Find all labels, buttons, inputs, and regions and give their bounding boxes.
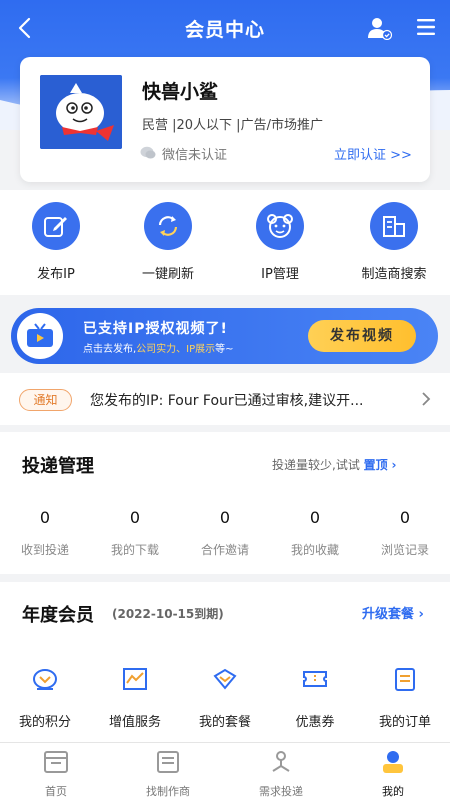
service-label: 我的订单: [378, 715, 431, 730]
service-coupon[interactable]: 优惠券: [270, 666, 360, 730]
quick-actions: 发布IP 一键刷新 IP管理 制造商搜索: [0, 190, 450, 295]
bear-icon: [267, 214, 293, 238]
tab-mine[interactable]: 我的: [348, 749, 438, 799]
tv-icon: [17, 313, 63, 359]
profile-card: 快兽小鲨 民营 |20人以下 |广告/市场推广 微信未认证 立即认证 >>: [20, 57, 430, 182]
chevron-right-icon: [422, 392, 431, 406]
stat-value: 0: [219, 508, 231, 527]
section-title: 投递管理: [22, 456, 94, 477]
stat-value: 0: [309, 508, 321, 527]
service-label: 优惠券: [295, 715, 335, 730]
stat-invitations[interactable]: 0 合作邀请: [180, 508, 270, 558]
banner-sub-suffix: 等~: [215, 344, 234, 355]
refresh-icon: [158, 216, 178, 236]
menu-icon[interactable]: [416, 18, 436, 36]
page-title: 会员中心: [184, 18, 265, 41]
delivery-management-section: 投递管理 投递量较少,试试 置顶 › 0 收到投递 0 我的下载 0 合作邀请 …: [0, 432, 450, 574]
stat-label: 收到投递: [20, 543, 69, 557]
stat-value: 0: [399, 508, 411, 527]
service-my-orders[interactable]: 我的订单: [360, 666, 450, 730]
edit-icon: [44, 217, 67, 237]
banner-title: 已支持IP授权视频了!: [83, 321, 228, 337]
publish-video-button[interactable]: 发布视频: [308, 320, 416, 352]
quick-action-label: 制造商搜索: [361, 267, 427, 282]
notice-bar[interactable]: 通知 您发布的IP: Four Four已通过审核,建议开...: [0, 373, 450, 425]
top-bar: 会员中心: [0, 0, 450, 56]
tab-label: 找制作商: [146, 785, 190, 798]
stat-history[interactable]: 0 浏览记录: [360, 508, 450, 558]
quick-action-manufacturer-search[interactable]: 制造商搜索: [344, 202, 444, 282]
quick-action-label: IP管理: [261, 267, 299, 282]
shark-mascot-image: [40, 75, 122, 149]
stat-value: 0: [129, 508, 141, 527]
banner-sub-highlight: 公司实力、IP展示: [136, 344, 216, 355]
wechat-status: 微信未认证: [162, 148, 228, 163]
service-value-added[interactable]: 增值服务: [90, 666, 180, 730]
wechat-icon: [140, 146, 156, 159]
package-icon: [213, 668, 237, 690]
banner-sub-prefix: 点击去发布,: [83, 344, 137, 355]
back-icon[interactable]: [14, 16, 38, 40]
tab-home[interactable]: 首页: [11, 749, 101, 799]
stat-downloads[interactable]: 0 我的下载: [90, 508, 180, 558]
quick-action-label: 一键刷新: [141, 267, 194, 282]
order-icon: [395, 668, 415, 691]
quick-action-publish-ip[interactable]: 发布IP: [6, 202, 106, 282]
chevron-right-icon: ›: [391, 458, 397, 472]
section-title: 年度会员: [22, 605, 94, 626]
company-name: 快兽小鲨: [142, 81, 219, 103]
stat-label: 我的下载: [110, 543, 159, 557]
chart-icon: [123, 668, 147, 690]
service-my-package[interactable]: 我的套餐: [180, 666, 270, 730]
banner-subtitle: 点击去发布,公司实力、IP展示等~: [83, 340, 234, 355]
stat-favorites[interactable]: 0 我的收藏: [270, 508, 360, 558]
home-icon: [44, 751, 68, 773]
annual-membership-section: 年度会员 (2022-10-15到期) 升级套餐 › 我的积分 增值服务 我的套…: [0, 582, 450, 742]
user-verified-icon[interactable]: [366, 16, 392, 40]
stat-received[interactable]: 0 收到投递: [0, 508, 90, 558]
service-label: 我的积分: [18, 715, 71, 730]
pin-top-hint[interactable]: 投递量较少,试试 置顶 ›: [272, 456, 396, 473]
upgrade-plan-label: 升级套餐: [362, 607, 415, 622]
tab-request-delivery[interactable]: 需求投递: [236, 749, 326, 799]
notice-text: 您发布的IP: Four Four已通过审核,建议开...: [90, 393, 364, 409]
quick-action-refresh[interactable]: 一键刷新: [118, 202, 218, 282]
tab-find-manufacturer[interactable]: 找制作商: [123, 749, 213, 799]
factory-icon: [157, 751, 179, 773]
stat-label: 浏览记录: [380, 543, 429, 557]
service-label: 增值服务: [108, 715, 161, 730]
tab-label: 需求投递: [259, 785, 303, 798]
service-points[interactable]: 我的积分: [0, 666, 90, 730]
tab-label: 我的: [382, 785, 404, 798]
company-meta: 民营 |20人以下 |广告/市场推广: [142, 118, 323, 133]
coupon-icon: [303, 671, 327, 687]
bottom-tab-bar: 首页 找制作商 需求投递 我的: [0, 742, 450, 800]
chevron-right-icon: ›: [418, 607, 424, 622]
service-label: 我的套餐: [198, 715, 251, 730]
points-icon: [33, 669, 57, 690]
building-icon: [383, 216, 405, 237]
pin-top-hint-text: 投递量较少,试试: [272, 458, 360, 472]
pin-top-link[interactable]: 置顶: [364, 458, 388, 472]
upgrade-plan-link[interactable]: 升级套餐 ›: [362, 603, 424, 622]
notice-badge: 通知: [19, 389, 72, 411]
certify-now-link[interactable]: 立即认证 >>: [334, 144, 412, 163]
stat-value: 0: [39, 508, 51, 527]
stat-label: 我的收藏: [290, 543, 339, 557]
request-icon: [272, 751, 290, 772]
profile-icon: [383, 751, 403, 773]
expire-date: (2022-10-15到期): [112, 607, 224, 621]
quick-action-label: 发布IP: [37, 267, 75, 282]
tab-label: 首页: [45, 785, 67, 798]
quick-action-ip-manage[interactable]: IP管理: [230, 202, 330, 282]
stat-label: 合作邀请: [200, 543, 249, 557]
avatar[interactable]: [40, 75, 122, 149]
video-promo-banner[interactable]: 已支持IP授权视频了! 点击去发布,公司实力、IP展示等~ 发布视频: [11, 308, 438, 364]
